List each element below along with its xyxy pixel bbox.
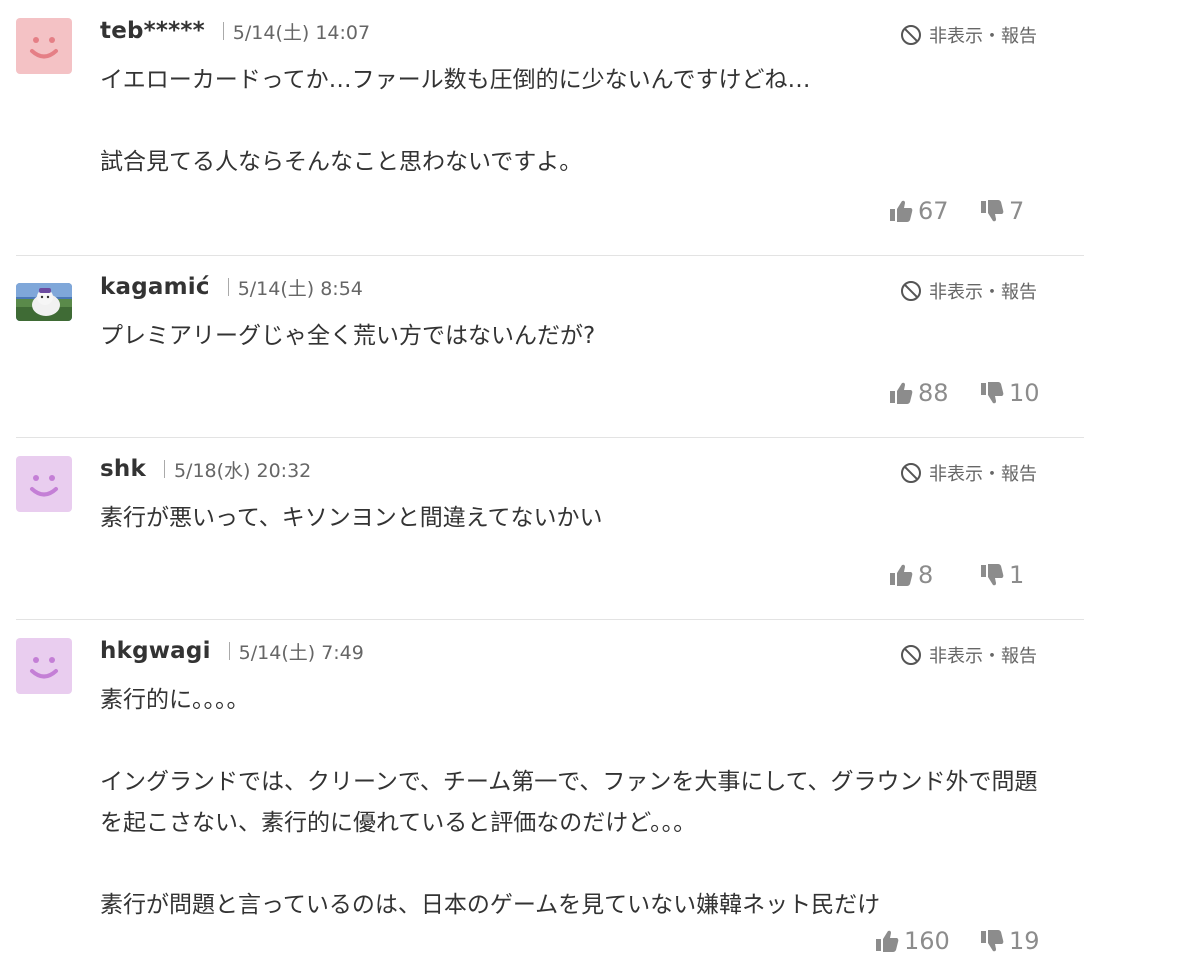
avatar[interactable]: [16, 18, 72, 74]
dislike-button[interactable]: 10: [980, 378, 1040, 408]
pink-smile-avatar-icon: [16, 18, 72, 74]
thumbs-down-icon: [981, 564, 1004, 586]
comment-header: kagamić 5/14(土) 8:54: [100, 272, 363, 302]
like-button[interactable]: 160: [875, 926, 950, 956]
dislike-button[interactable]: 19: [980, 926, 1040, 956]
thumbs-up-icon: [890, 564, 913, 586]
hide-report-button[interactable]: 非表示・報告: [900, 640, 1037, 670]
prohibited-icon: [901, 463, 921, 483]
hide-report-button[interactable]: 非表示・報告: [900, 20, 1037, 50]
thumbs-up-icon: [876, 930, 899, 952]
hide-report-button[interactable]: 非表示・報告: [900, 458, 1037, 488]
thumbs-up-icon: [890, 382, 913, 404]
comment-body: 素行的に。。。。 イングランドでは、クリーンで、チーム第一で、ファンを大事にして…: [100, 687, 1038, 918]
hide-report-label: 非表示・報告: [929, 646, 1037, 667]
like-button[interactable]: 8: [889, 560, 933, 590]
comment-header: teb***** 5/14(土) 14:07: [100, 16, 370, 46]
username[interactable]: teb*****: [100, 18, 205, 44]
dislike-count: 1: [1009, 561, 1025, 589]
timestamp: 5/18(水) 20:32: [173, 459, 312, 482]
thumbs-down-icon: [981, 200, 1004, 222]
comment-body: プレミアリーグじゃ全く荒い方ではないんだが?: [100, 323, 596, 349]
timestamp: 5/14(土) 8:54: [237, 277, 363, 300]
like-count: 88: [918, 379, 949, 407]
dislike-button[interactable]: 7: [980, 196, 1024, 226]
hide-report-label: 非表示・報告: [929, 464, 1037, 485]
dislike-count: 10: [1009, 379, 1040, 407]
separator: [227, 278, 229, 296]
username[interactable]: kagamić: [100, 274, 210, 300]
prohibited-icon: [901, 645, 921, 665]
separator: [222, 22, 224, 40]
separator: [163, 460, 165, 478]
purple-smile-avatar-icon: [16, 456, 72, 512]
avatar[interactable]: [16, 283, 72, 321]
like-count: 67: [918, 197, 949, 225]
thumbs-down-icon: [981, 930, 1004, 952]
like-button[interactable]: 88: [889, 378, 949, 408]
hide-report-label: 非表示・報告: [929, 282, 1037, 303]
divider: [16, 619, 1084, 620]
thumbs-up-icon: [890, 200, 913, 222]
divider: [16, 437, 1084, 438]
like-count: 8: [918, 561, 934, 589]
avatar[interactable]: [16, 638, 72, 694]
comment-header: hkgwagi 5/14(土) 7:49: [100, 636, 364, 666]
separator: [228, 642, 230, 660]
comment-list: teb***** 5/14(土) 14:07 非表示・報告 イエローカードってか…: [0, 0, 1177, 971]
dislike-button[interactable]: 1: [980, 560, 1024, 590]
hide-report-button[interactable]: 非表示・報告: [900, 276, 1037, 306]
timestamp: 5/14(土) 7:49: [238, 641, 364, 664]
comment-header: shk 5/18(水) 20:32: [100, 454, 311, 484]
divider: [16, 255, 1084, 256]
dislike-count: 7: [1009, 197, 1025, 225]
comment-body: イエローカードってか…ファール数も圧倒的に少ないんですけどね… 試合見てる人なら…: [100, 67, 811, 175]
comment-body: 素行が悪いって、キソンヨンと間違えてないかい: [100, 505, 603, 531]
username[interactable]: shk: [100, 456, 146, 482]
dislike-count: 19: [1009, 927, 1040, 955]
like-count: 160: [904, 927, 950, 955]
hide-report-label: 非表示・報告: [929, 26, 1037, 47]
username[interactable]: hkgwagi: [100, 638, 211, 664]
photo-avatar-icon: [16, 283, 72, 321]
thumbs-down-icon: [981, 382, 1004, 404]
purple-smile-avatar-icon: [16, 638, 72, 694]
avatar[interactable]: [16, 456, 72, 512]
timestamp: 5/14(土) 14:07: [232, 21, 371, 44]
like-button[interactable]: 67: [889, 196, 949, 226]
prohibited-icon: [901, 281, 921, 301]
prohibited-icon: [901, 25, 921, 45]
